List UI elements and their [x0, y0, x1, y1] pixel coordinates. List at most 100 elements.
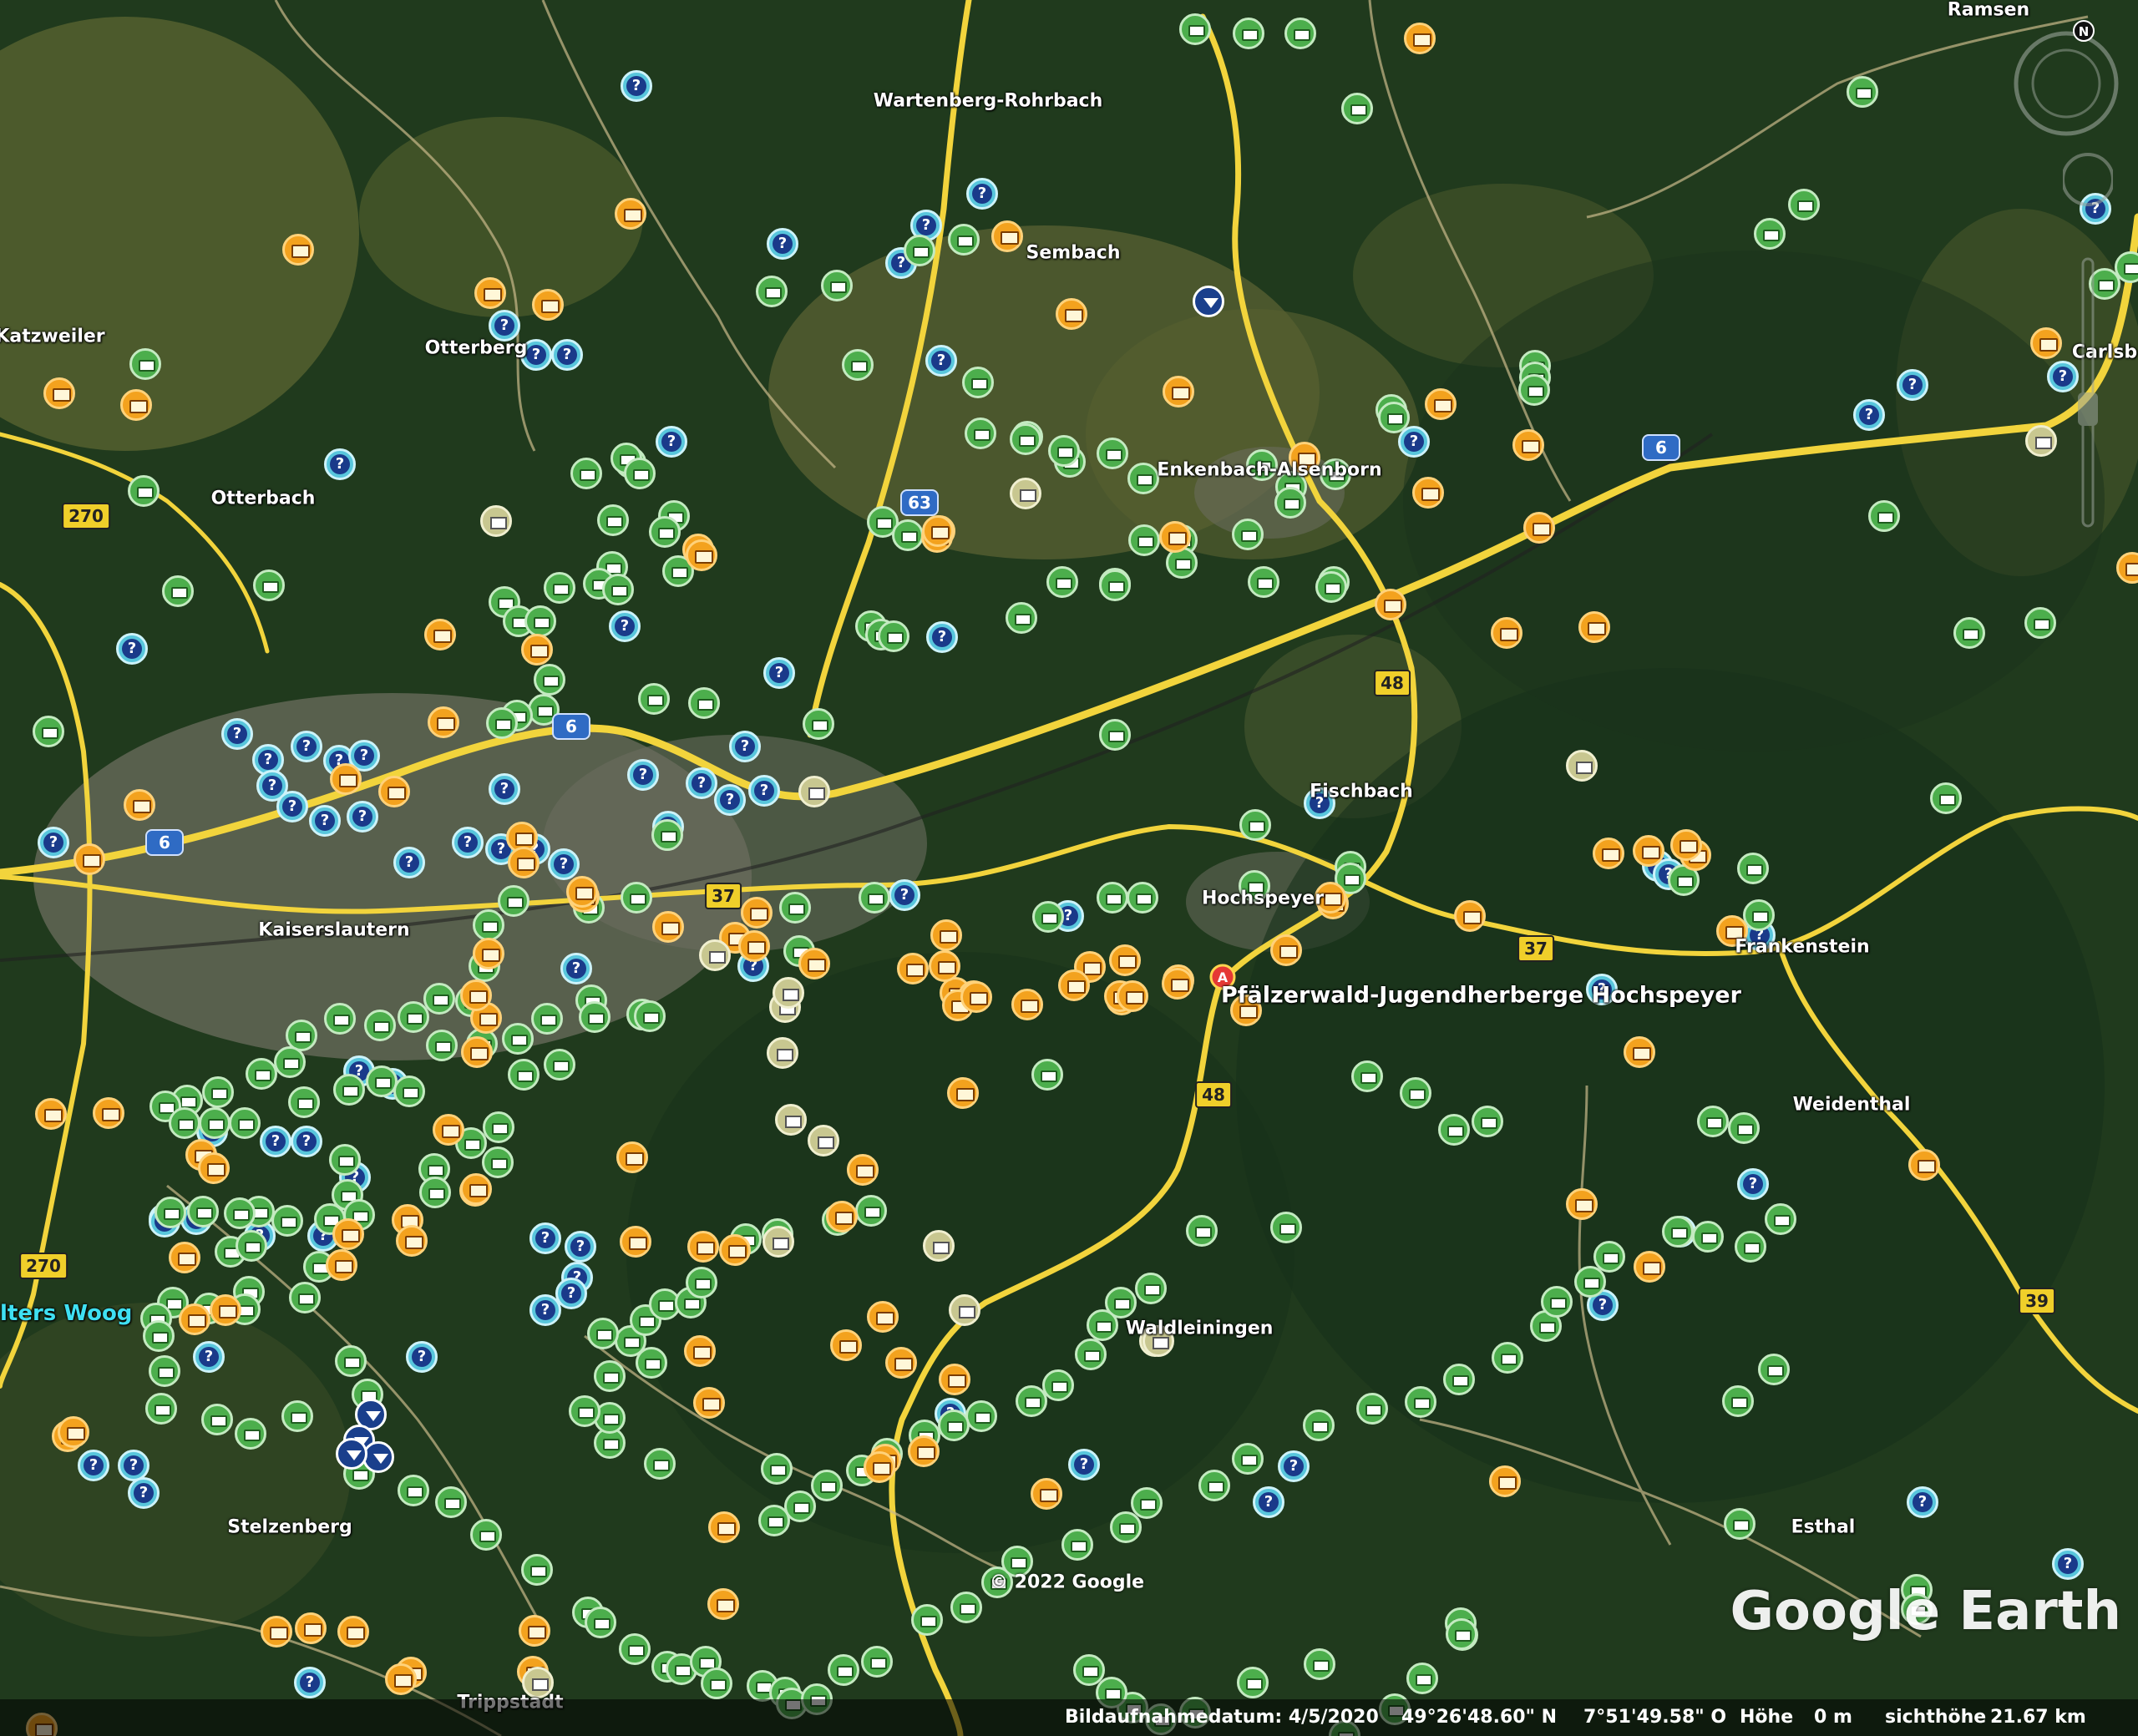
shelter-icon[interactable] — [798, 948, 830, 979]
tent-icon[interactable] — [169, 1107, 200, 1139]
tent-icon[interactable] — [634, 1000, 666, 1032]
question-icon[interactable] — [925, 345, 957, 377]
tent-icon[interactable] — [1232, 1443, 1264, 1475]
question-icon[interactable] — [1278, 1450, 1310, 1482]
place-label-kaiserslautern[interactable]: Kaiserslautern — [258, 920, 409, 941]
shelter-icon[interactable] — [1056, 298, 1087, 330]
question-icon[interactable] — [1897, 369, 1928, 401]
tent-icon[interactable] — [1097, 438, 1128, 469]
tent-icon[interactable] — [779, 892, 811, 924]
shelter-icon[interactable] — [1624, 1036, 1655, 1068]
question-icon[interactable] — [452, 827, 484, 858]
poi-label-jugendherberge[interactable]: Pfälzerwald-Jugendherberge Hochspeyer — [1221, 983, 1741, 1009]
tent-icon[interactable] — [579, 1001, 610, 1033]
place-label-wartenberg-rohrbach[interactable]: Wartenberg-Rohrbach — [874, 91, 1103, 112]
tent-icon[interactable] — [1304, 1648, 1335, 1680]
tent-icon[interactable] — [1541, 1286, 1573, 1318]
shelter-icon[interactable] — [864, 1451, 895, 1483]
tent-icon[interactable] — [1232, 519, 1264, 550]
shelter-icon[interactable] — [707, 1588, 739, 1620]
tent-icon[interactable] — [859, 882, 890, 914]
tent-icon[interactable] — [202, 1076, 234, 1108]
shelter-icon[interactable] — [508, 847, 540, 878]
shelter-icon[interactable] — [1489, 1465, 1521, 1497]
shelter-icon[interactable] — [930, 919, 962, 951]
tent-icon[interactable] — [333, 1074, 365, 1106]
tent-icon[interactable] — [1724, 1508, 1755, 1540]
tent-icon[interactable] — [803, 708, 834, 740]
shelter-icon[interactable] — [826, 1201, 858, 1232]
question-icon[interactable] — [529, 1294, 561, 1326]
question-icon[interactable] — [565, 1231, 596, 1263]
shelter-icon[interactable] — [385, 1663, 417, 1695]
shelter-icon[interactable] — [326, 1249, 357, 1281]
tent-icon[interactable] — [162, 575, 194, 607]
tent-icon[interactable] — [426, 1030, 458, 1061]
tent-icon[interactable] — [435, 1486, 467, 1518]
place-label-woog[interactable]: lters Woog — [0, 1301, 132, 1326]
tent-icon[interactable] — [1400, 1077, 1431, 1109]
question-icon[interactable] — [128, 1477, 160, 1509]
shelter-icon[interactable] — [1162, 968, 1193, 1000]
shelter-icon[interactable] — [1412, 477, 1444, 509]
tent-icon[interactable] — [1087, 1309, 1118, 1341]
tent-icon[interactable] — [1735, 1231, 1766, 1263]
shelter-icon[interactable] — [1634, 1251, 1665, 1283]
question-icon[interactable] — [926, 621, 958, 653]
tent-icon[interactable] — [1097, 882, 1128, 914]
tent-icon[interactable] — [329, 1144, 361, 1176]
tent-icon[interactable] — [145, 1393, 177, 1425]
shelter-icon[interactable] — [1011, 989, 1043, 1020]
shelter-icon[interactable] — [198, 1152, 230, 1184]
place-label-stelzenberg[interactable]: Stelzenberg — [227, 1517, 352, 1538]
question-icon[interactable] — [38, 827, 69, 858]
tent-icon[interactable] — [1186, 1215, 1218, 1247]
tent-icon[interactable] — [1405, 1386, 1436, 1418]
tent-icon[interactable] — [335, 1345, 367, 1377]
shelter-icon[interactable] — [620, 1226, 651, 1258]
tent-icon[interactable] — [544, 1049, 575, 1081]
question-icon[interactable] — [548, 848, 580, 880]
shelter-icon[interactable] — [35, 1098, 67, 1130]
envelope-icon[interactable] — [949, 1294, 980, 1326]
question-icon[interactable] — [291, 731, 322, 762]
shelter-icon[interactable] — [947, 1077, 979, 1109]
tent-icon[interactable] — [621, 882, 652, 914]
tent-icon[interactable] — [965, 1400, 997, 1432]
question-icon[interactable] — [116, 633, 148, 665]
tent-icon[interactable] — [962, 367, 994, 398]
tent-icon[interactable] — [143, 1320, 175, 1352]
tent-icon[interactable] — [1593, 1241, 1625, 1273]
tent-icon[interactable] — [1073, 1654, 1105, 1686]
tent-icon[interactable] — [1127, 882, 1158, 914]
tent-icon[interactable] — [1758, 1354, 1790, 1385]
place-label-weidenthal[interactable]: Weidenthal — [1793, 1095, 1911, 1116]
question-icon[interactable] — [714, 784, 746, 816]
question-icon[interactable] — [889, 879, 920, 911]
tent-icon[interactable] — [1131, 1487, 1163, 1519]
shelter-icon[interactable] — [1512, 429, 1544, 461]
tent-icon[interactable] — [686, 1267, 717, 1298]
tent-icon[interactable] — [502, 1023, 534, 1055]
tent-icon[interactable] — [597, 504, 629, 536]
tent-icon[interactable] — [253, 569, 285, 601]
question-icon[interactable] — [966, 178, 998, 210]
tent-icon[interactable] — [911, 1604, 943, 1636]
tent-icon[interactable] — [1472, 1106, 1503, 1137]
shelter-icon[interactable] — [929, 950, 960, 982]
shelter-icon[interactable] — [1404, 23, 1436, 54]
shelter-icon[interactable] — [282, 234, 314, 266]
question-icon[interactable] — [489, 310, 520, 342]
shelter-icon[interactable] — [687, 1231, 719, 1263]
tent-icon[interactable] — [1847, 76, 1878, 108]
question-icon[interactable] — [560, 953, 592, 984]
tent-icon[interactable] — [758, 1505, 790, 1536]
shelter-icon[interactable] — [330, 763, 362, 795]
tent-icon[interactable] — [651, 819, 683, 851]
tent-icon[interactable] — [1099, 569, 1131, 601]
shelter-icon[interactable] — [1633, 835, 1664, 867]
tent-icon[interactable] — [473, 909, 504, 941]
envelope-icon[interactable] — [923, 1230, 955, 1262]
tent-icon[interactable] — [1006, 602, 1037, 634]
shelter-icon[interactable] — [939, 1364, 970, 1395]
